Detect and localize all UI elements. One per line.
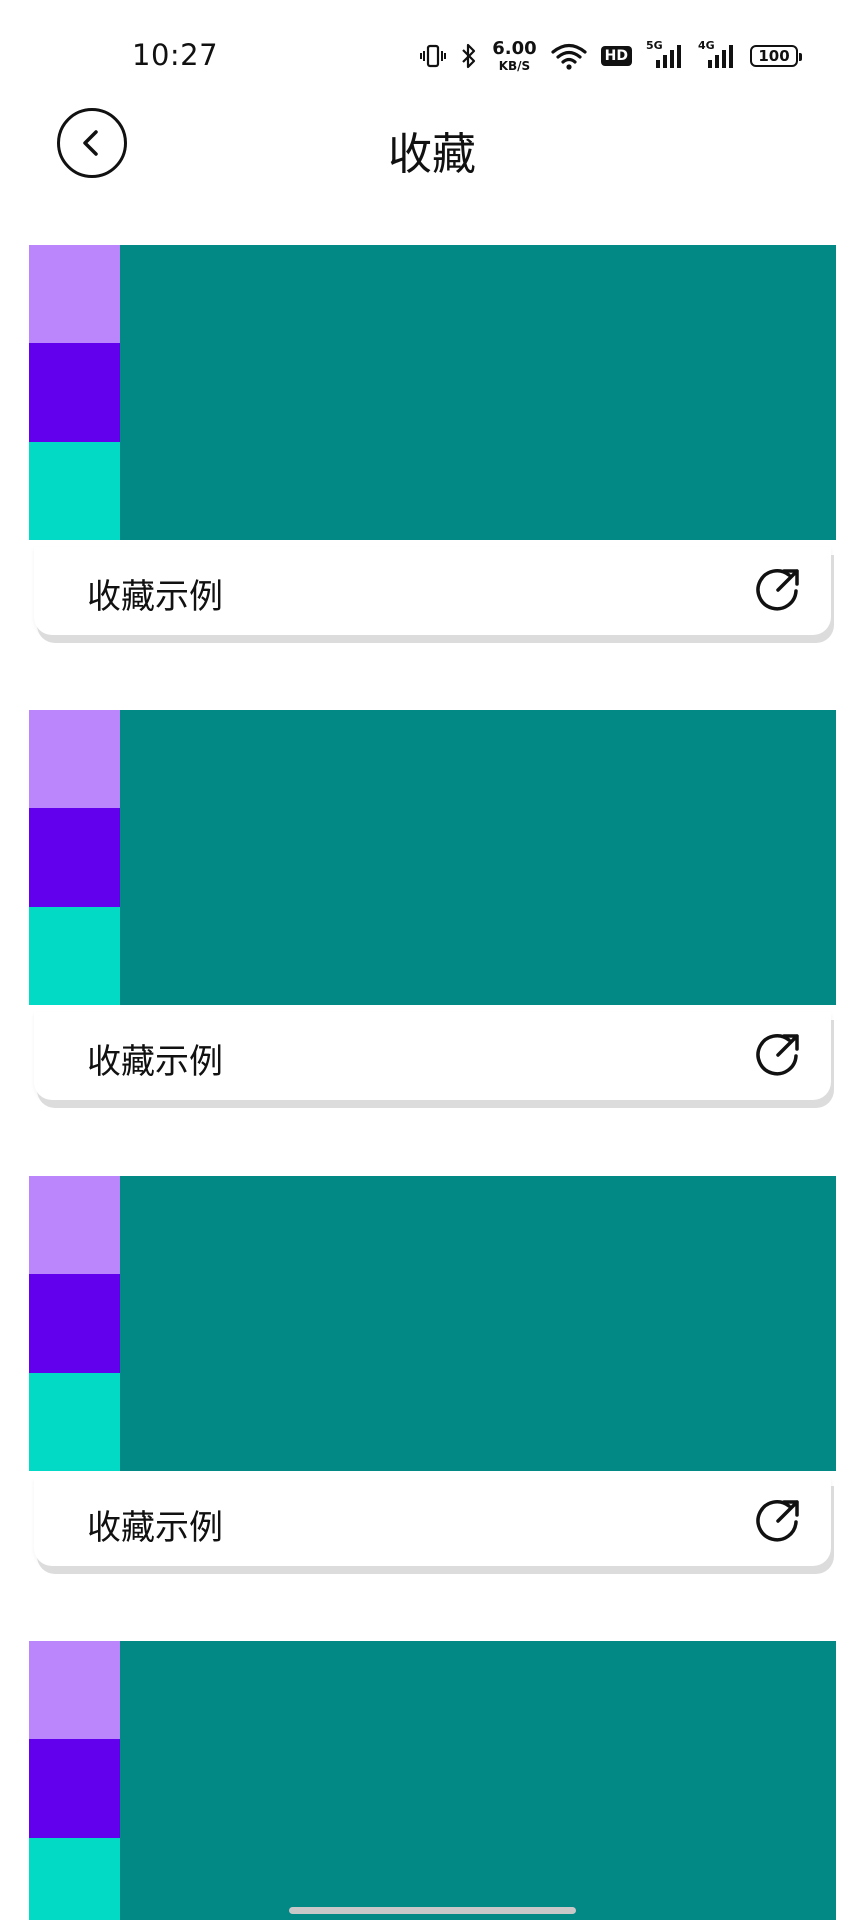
favorite-card[interactable]: 收藏示例 <box>29 710 836 1100</box>
net-speed-value: 6.00 <box>492 38 537 59</box>
favorite-thumbnail[interactable] <box>29 245 836 540</box>
signal-5g-label: 5G <box>646 39 663 52</box>
battery-icon: 100 <box>750 45 802 67</box>
favorite-info-bar: 收藏示例 <box>34 1012 831 1100</box>
signal-4g-label: 4G <box>698 39 715 52</box>
swatch-light-purple <box>29 245 120 344</box>
favorite-info-bar: 收藏示例 <box>34 1478 831 1566</box>
open-external-icon[interactable] <box>753 1030 803 1080</box>
swatch-light-purple <box>29 1176 120 1275</box>
favorite-card[interactable] <box>29 1641 836 1920</box>
vibrate-icon <box>420 42 447 70</box>
swatch-teal <box>29 441 120 540</box>
signal-4g-icon: 4G <box>698 39 736 70</box>
open-external-icon[interactable] <box>753 565 803 615</box>
open-external-icon[interactable] <box>753 1496 803 1546</box>
swatch-purple <box>29 343 120 442</box>
swatch-light-purple <box>29 710 120 809</box>
favorite-thumbnail[interactable] <box>29 1641 836 1920</box>
swatch-light-purple <box>29 1641 120 1740</box>
favorite-title: 收藏示例 <box>87 1042 223 1082</box>
wifi-icon <box>551 42 587 70</box>
favorite-info-bar: 收藏示例 <box>34 547 831 635</box>
status-time: 10:27 <box>132 38 219 72</box>
favorite-title: 收藏示例 <box>87 1508 223 1548</box>
top-app-bar: 收藏 <box>0 100 864 200</box>
net-speed-unit: KB/S <box>498 59 531 73</box>
favorite-card[interactable]: 收藏示例 <box>29 245 836 635</box>
home-indicator[interactable] <box>289 1907 576 1914</box>
swatch-teal <box>29 906 120 1005</box>
favorite-card[interactable]: 收藏示例 <box>29 1176 836 1566</box>
net-speed: 6.00 KB/S <box>492 38 537 73</box>
favorite-thumbnail[interactable] <box>29 1176 836 1471</box>
favorite-title: 收藏示例 <box>87 577 223 617</box>
bluetooth-icon <box>460 42 478 70</box>
swatch-purple <box>29 808 120 907</box>
page-title: 收藏 <box>388 129 476 180</box>
favorite-thumbnail[interactable] <box>29 710 836 1005</box>
swatch-teal <box>29 1837 120 1920</box>
swatch-teal <box>29 1372 120 1471</box>
favorites-screen: 10:27 6.00 KB/S HD 5G 4G 100 收藏 收藏示例 收藏示… <box>0 0 864 1920</box>
status-bar: 10:27 6.00 KB/S HD 5G 4G 100 <box>0 0 864 110</box>
swatch-purple <box>29 1739 120 1838</box>
status-icons: 6.00 KB/S HD 5G 4G 100 <box>420 36 802 76</box>
signal-5g-icon: 5G <box>646 39 684 70</box>
hd-icon: HD <box>600 46 632 66</box>
swatch-purple <box>29 1274 120 1373</box>
